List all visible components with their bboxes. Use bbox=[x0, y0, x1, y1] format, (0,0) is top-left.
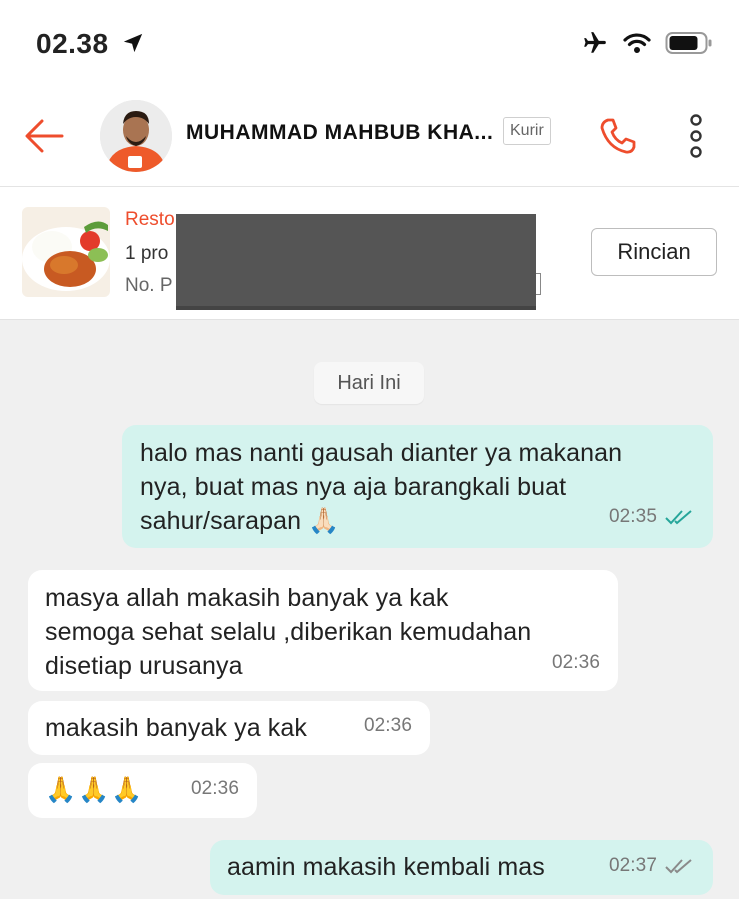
message-meta: 02:37 bbox=[609, 849, 693, 883]
message-text-line: makasih banyak ya kak bbox=[45, 714, 307, 742]
wifi-icon bbox=[623, 33, 651, 53]
message-bubble-incoming[interactable]: masya allah makasih banyak ya kak semoga… bbox=[28, 570, 618, 691]
double-check-icon bbox=[665, 859, 692, 874]
role-badge: Kurir bbox=[503, 117, 551, 145]
message-time: 02:36 bbox=[363, 715, 412, 736]
redaction-box bbox=[176, 214, 536, 306]
message-meta: 02:36 bbox=[191, 772, 239, 806]
contact-name: MUHAMMAD MAHBUB KHA... bbox=[186, 121, 494, 144]
status-icons bbox=[581, 30, 713, 56]
message-text-line: semoga sehat selalu ,diberikan kemudahan bbox=[45, 618, 532, 646]
message-time: 02:36 bbox=[551, 652, 600, 673]
more-vertical-icon[interactable] bbox=[684, 112, 708, 160]
food-image bbox=[22, 207, 110, 297]
message-bubble-outgoing[interactable]: aamin makasih kembali mas 02:37 bbox=[210, 840, 713, 895]
avatar[interactable] bbox=[100, 100, 172, 172]
message-bubble-incoming[interactable]: makasih banyak ya kak 02:36 bbox=[28, 701, 430, 755]
message-time: 02:37 bbox=[608, 855, 657, 876]
message-text-line: nya, buat mas nya aja barangkali buat bbox=[140, 473, 567, 501]
status-time: 02.38 bbox=[36, 28, 109, 59]
message-text-line: halo mas nanti gausah dianter ya makanan bbox=[140, 439, 623, 467]
battery-icon bbox=[665, 32, 712, 54]
message-text-line: disetiap urusanya bbox=[45, 652, 243, 680]
chat-header: MUHAMMAD MAHBUB KHA... Kurir bbox=[0, 88, 739, 187]
message-time: 02:35 bbox=[608, 506, 657, 527]
courier-avatar-image bbox=[100, 100, 172, 172]
food-thumbnail bbox=[22, 207, 110, 297]
message-meta: 02:36 bbox=[552, 646, 600, 680]
redaction-edge bbox=[536, 273, 541, 295]
airplane-icon bbox=[584, 32, 606, 53]
detail-button[interactable]: Rincian bbox=[591, 228, 717, 276]
date-separator: Hari Ini bbox=[314, 362, 424, 404]
status-bar: 02.38 bbox=[0, 0, 739, 88]
double-check-icon bbox=[665, 510, 692, 525]
phone-icon[interactable] bbox=[596, 114, 640, 158]
location-arrow-icon bbox=[123, 33, 143, 53]
message-time: 02:36 bbox=[190, 778, 239, 799]
message-bubble-outgoing[interactable]: halo mas nanti gausah dianter ya makanan… bbox=[122, 425, 713, 548]
back-arrow-icon[interactable] bbox=[22, 116, 66, 156]
message-text-line: masya allah makasih banyak ya kak bbox=[45, 584, 449, 612]
message-meta: 02:36 bbox=[364, 709, 412, 743]
message-bubble-incoming[interactable]: 🙏🙏🙏 02:36 bbox=[28, 763, 257, 818]
message-meta: 02:35 bbox=[609, 500, 693, 534]
